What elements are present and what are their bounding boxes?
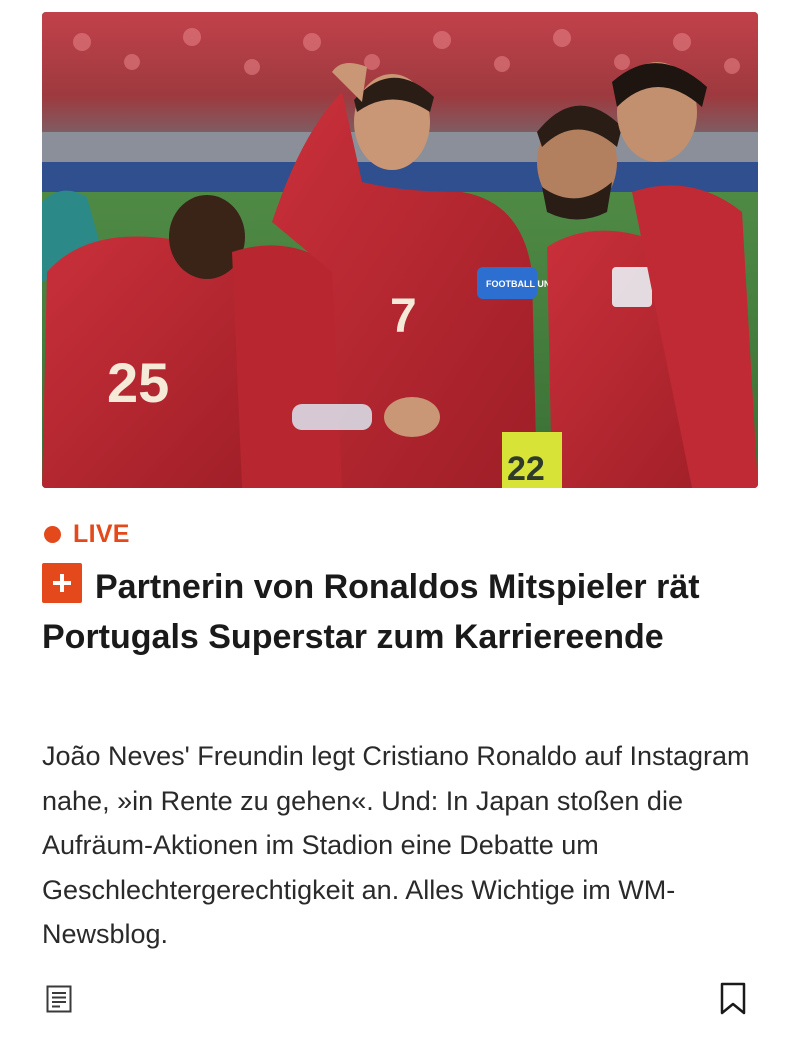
article-headline[interactable]: Partnerin von Ronaldos Mitspieler rät Po… bbox=[42, 562, 754, 662]
article-teaser[interactable]: João Neves' Freundin legt Cristiano Rona… bbox=[42, 734, 762, 957]
players-photo: 25 FOOTBALL UNITES 7 22 bbox=[42, 12, 758, 488]
live-indicator: LIVE bbox=[44, 520, 130, 549]
jersey-number-7: 7 bbox=[390, 290, 417, 343]
article-image[interactable]: 25 FOOTBALL UNITES 7 22 bbox=[42, 12, 758, 488]
jersey-number-25: 25 bbox=[107, 351, 169, 414]
headline-text[interactable]: Partnerin von Ronaldos Mitspieler rät Po… bbox=[42, 568, 700, 656]
plus-icon bbox=[42, 563, 82, 603]
live-dot-icon bbox=[44, 526, 61, 543]
document-icon bbox=[46, 985, 72, 1013]
bookmark-icon[interactable] bbox=[720, 982, 746, 1016]
jersey-number-22: 22 bbox=[507, 450, 545, 488]
live-label: LIVE bbox=[73, 520, 130, 548]
article-teaser-card[interactable]: 25 FOOTBALL UNITES 7 22 LIVE Partnerin v… bbox=[0, 0, 794, 1050]
